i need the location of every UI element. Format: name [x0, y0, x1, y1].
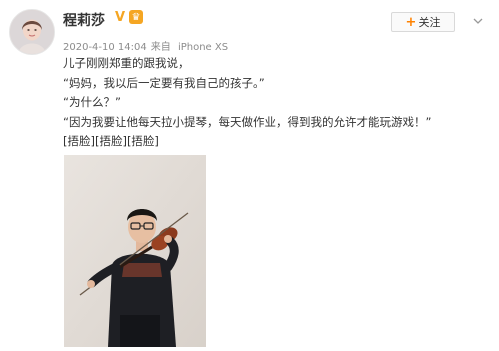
user-avatar[interactable]	[9, 9, 55, 55]
post-line-2: “妈妈，我以后一定要有我自己的孩子。”	[63, 75, 265, 90]
follow-label: 关注	[418, 16, 441, 29]
post-meta: 2020-4-10 14:04 来自 iPhone XS	[63, 38, 232, 53]
post-timestamp[interactable]: 2020-4-10 14:04	[63, 42, 147, 53]
post-line-4: “因为我要让他每天拉小提琴，每天做作业，得到我的允许才能玩游戏！”	[63, 114, 432, 129]
plus-icon: +	[405, 14, 417, 30]
post-source[interactable]: iPhone XS	[178, 42, 228, 53]
avatar-photo	[10, 10, 54, 54]
username[interactable]: 程莉莎	[63, 10, 105, 30]
boy-violin-photo	[64, 155, 206, 347]
member-crown-icon[interactable]: ♛	[129, 10, 143, 24]
follow-button[interactable]: + 关注	[391, 12, 455, 32]
emoji-text: [捂脸][捂脸][捂脸]	[63, 134, 159, 148]
source-prefix: 来自	[150, 42, 171, 53]
post-text: 儿子刚刚郑重的跟我说， “妈妈，我以后一定要有我自己的孩子。” “为什么？” “…	[63, 54, 431, 152]
post-line-3: “为什么？”	[63, 95, 121, 109]
user-badges: V ♛	[113, 9, 143, 25]
post-line-1: 儿子刚刚郑重的跟我说，	[63, 56, 190, 70]
verified-icon: V	[114, 9, 126, 25]
post-photo[interactable]	[64, 155, 206, 347]
chevron-down-icon[interactable]	[471, 14, 485, 28]
